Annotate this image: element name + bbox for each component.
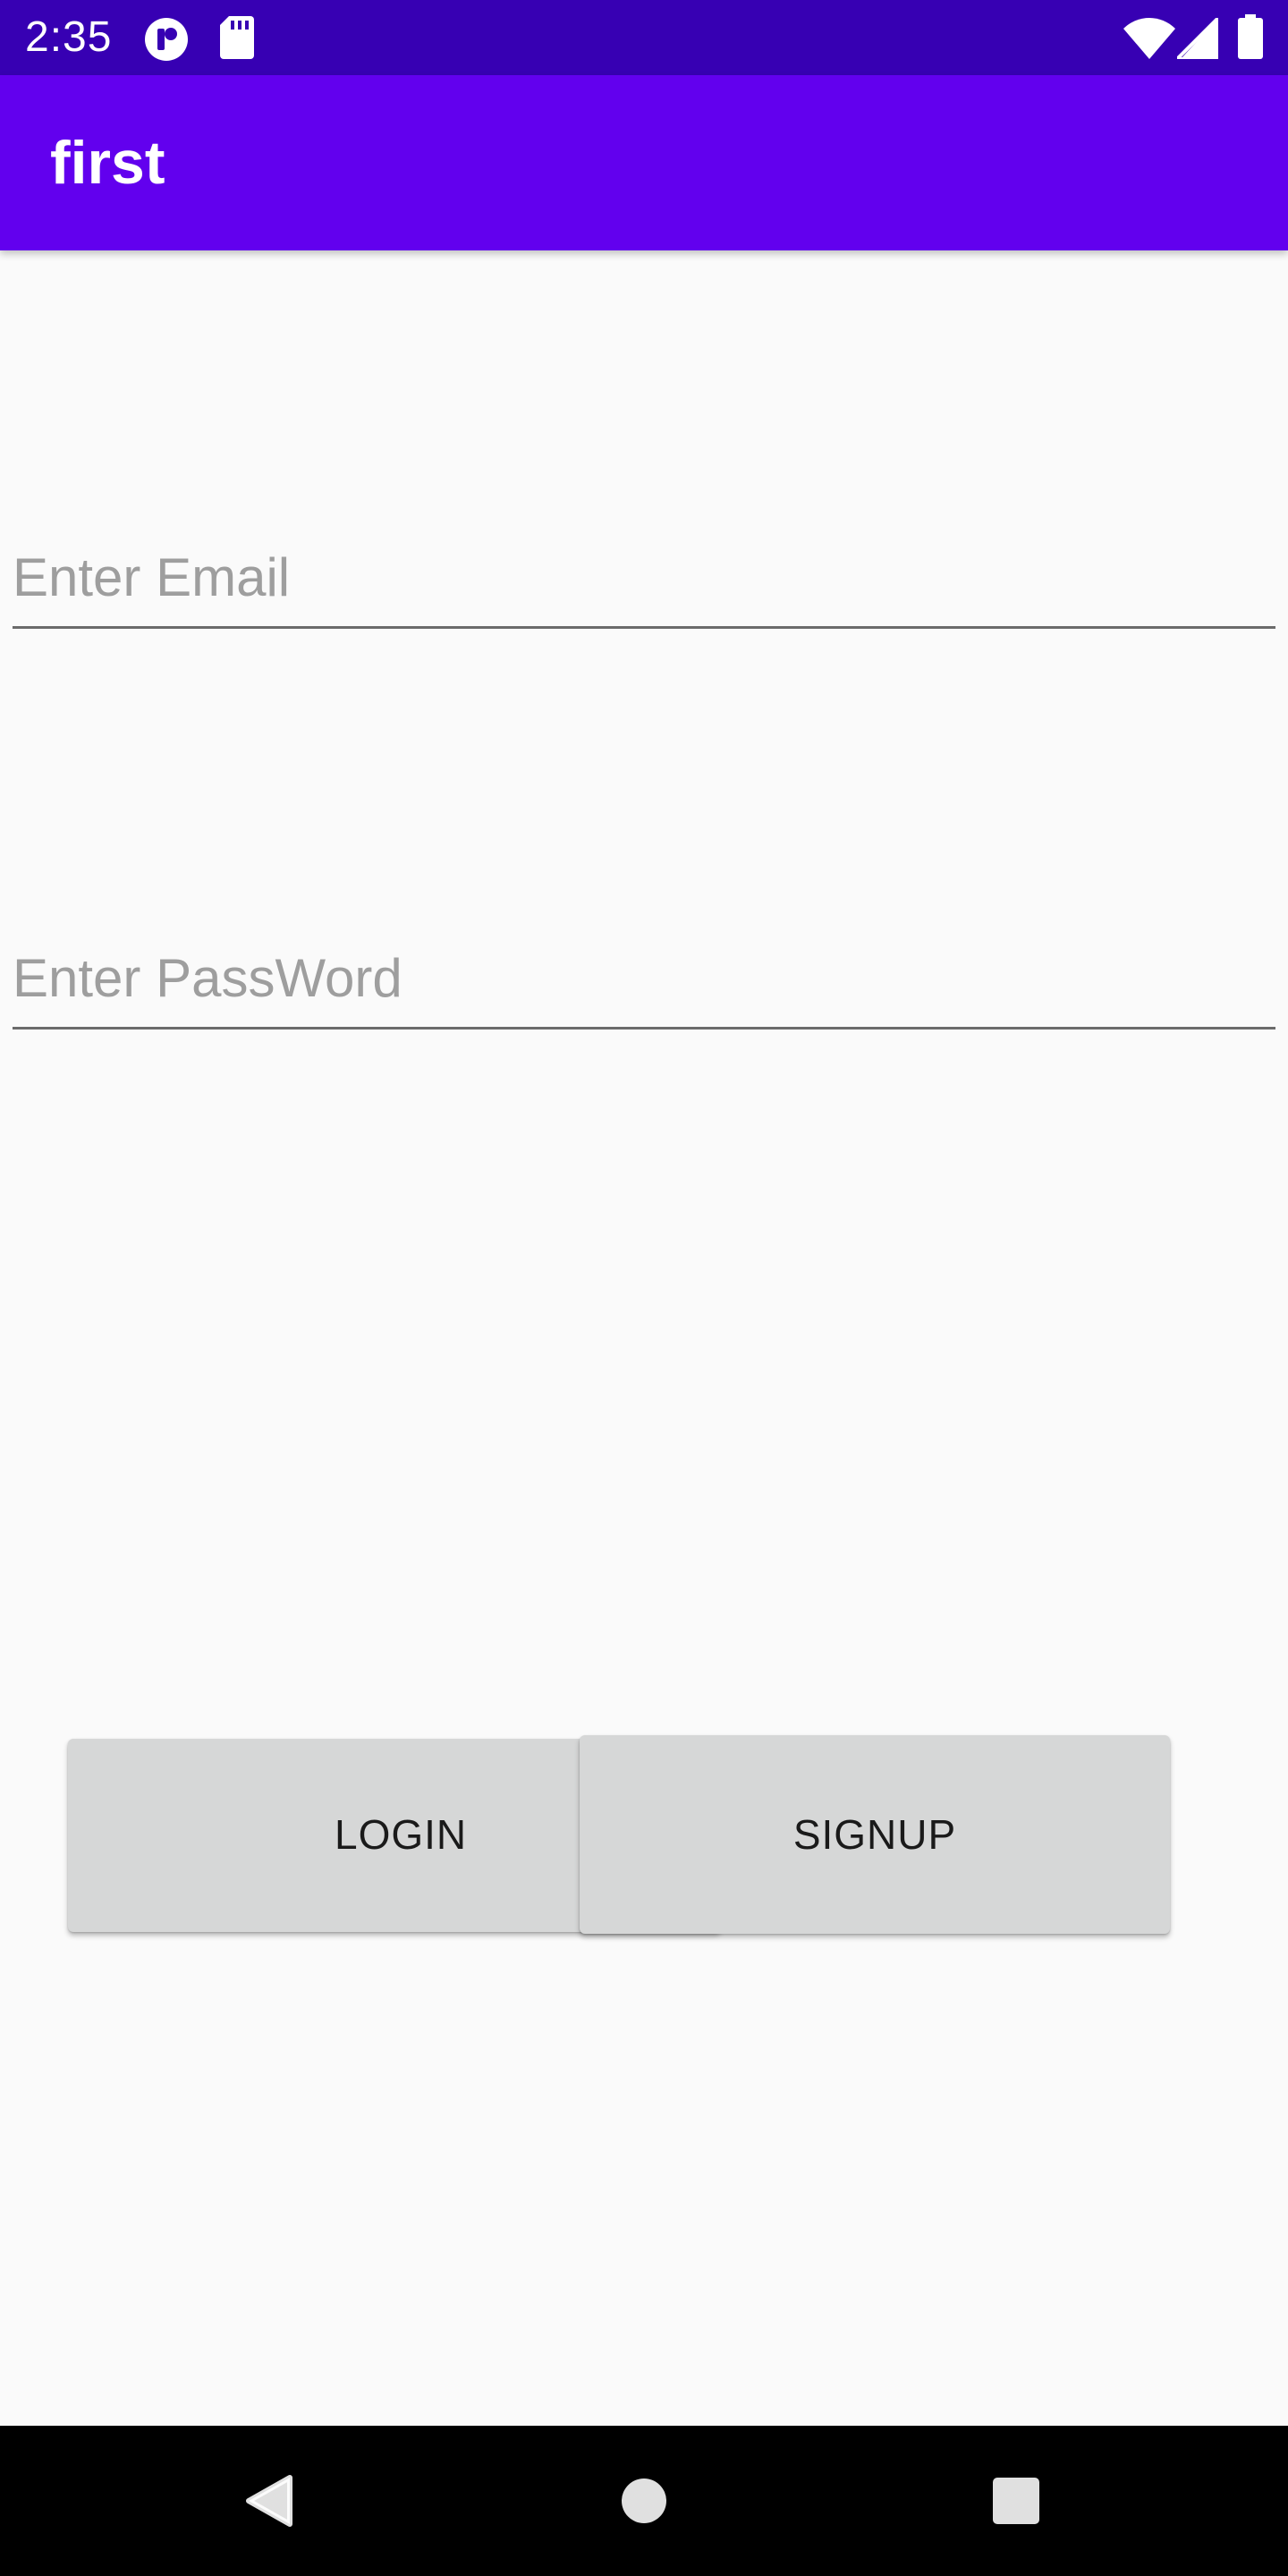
status-bar: 2:35 <box>0 0 1288 75</box>
recents-icon <box>993 2478 1039 2524</box>
email-field[interactable] <box>13 528 1275 629</box>
signup-button-label: SIGNUP <box>792 1811 957 1858</box>
back-button[interactable] <box>225 2458 311 2544</box>
battery-icon <box>1238 14 1263 64</box>
notification-app-icon <box>143 16 190 67</box>
app-title: first <box>50 129 165 197</box>
back-icon <box>246 2475 292 2527</box>
recents-button[interactable] <box>973 2458 1059 2544</box>
status-time: 2:35 <box>25 13 113 61</box>
home-button[interactable] <box>601 2458 687 2544</box>
screen: 2:35 first Enter Email LOGIN SIGNUP <box>0 0 1288 2576</box>
home-icon <box>622 2479 666 2523</box>
app-bar: first <box>0 75 1288 250</box>
password-field[interactable] <box>13 928 1275 1030</box>
wifi-icon <box>1123 18 1175 64</box>
signal-icon <box>1173 13 1220 64</box>
navigation-bar <box>0 2426 1288 2576</box>
signup-button[interactable]: SIGNUP <box>580 1735 1170 1934</box>
login-button-label: LOGIN <box>335 1811 468 1858</box>
sd-card-icon <box>220 16 254 64</box>
